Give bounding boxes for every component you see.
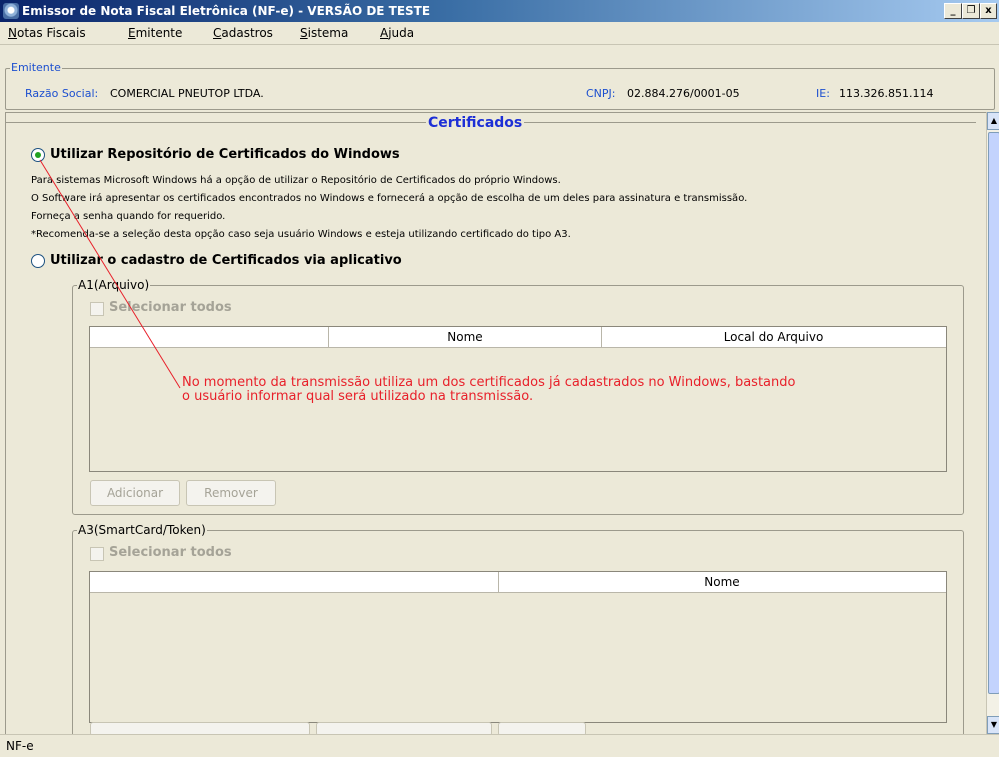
annotation-line-2: o usuário informar qual será utilizado n… (182, 389, 534, 404)
status-text: NF-e (6, 739, 34, 753)
annotation-text: No momento da transmissão utiliza um dos… (182, 376, 795, 404)
status-bar: NF-e (0, 734, 999, 757)
annotation-line-1: No momento da transmissão utiliza um dos… (182, 375, 796, 390)
